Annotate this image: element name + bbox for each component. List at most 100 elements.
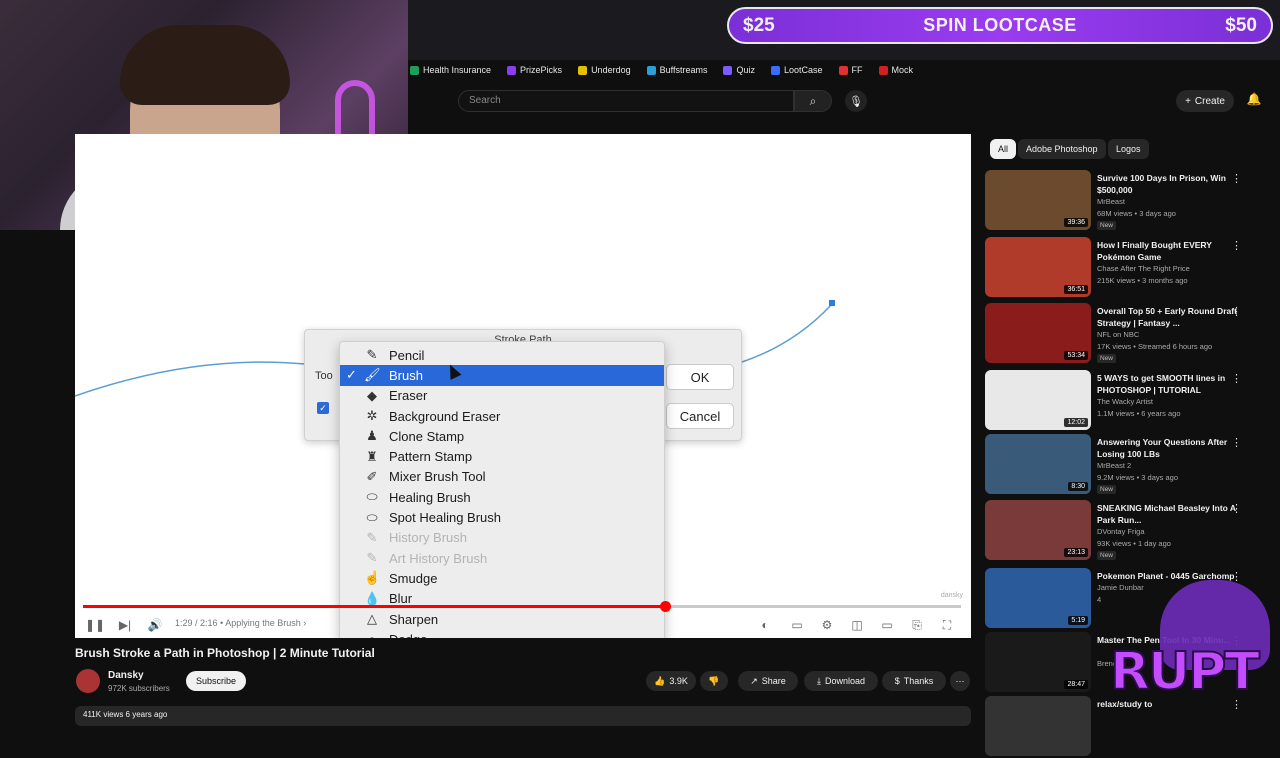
video-thumbnail[interactable]: 23:13 [985,500,1091,560]
channel-name[interactable]: Dansky [108,670,144,681]
filter-chip[interactable]: All [990,139,1017,159]
download-label: Download [824,676,865,686]
chapter-text[interactable]: Applying the Brush [225,618,301,628]
next-icon[interactable]: ▶| [115,615,135,635]
video-thumbnail[interactable]: 28:47 [985,632,1091,692]
captions-icon[interactable]: ▭ [787,615,807,635]
create-button[interactable]: + Create [1176,90,1234,112]
bookmark-item[interactable]: Mock [878,65,913,75]
pause-icon[interactable]: ❚❚ [85,615,105,635]
microphone-icon[interactable]: 🎙 [845,90,867,112]
video-thumbnail[interactable]: 39:36 [985,170,1091,230]
video-thumbnail[interactable]: 8:30 [985,434,1091,494]
recommended-meta: 1.1M views • 6 years ago [1097,409,1181,418]
recommended-title[interactable]: Answering Your Questions After Losing 10… [1097,436,1237,460]
bookmark-item[interactable]: FF [838,65,863,75]
recommended-title[interactable]: How I Finally Bought EVERY Pokémon Game [1097,239,1237,263]
recommended-channel[interactable]: Chase After The Right Price [1097,264,1247,273]
recommended-channel[interactable]: MrBeast 2 [1097,461,1247,470]
tool-option-label: Mixer Brush Tool [389,469,486,485]
recommended-video[interactable]: 23:13 SNEAKING Michael Beasley Into A Par… [985,500,1275,562]
tool-option[interactable]: ⬭ Healing Brush [340,487,664,507]
tool-option[interactable]: ✲ Background Eraser [340,406,664,426]
more-options-icon[interactable]: ⋮ [1231,372,1242,385]
tool-dropdown-menu[interactable]: ✎ Pencil ✓ 🖌 Brush ◆ Eraser ✲ Background Eraser ♟… [339,341,665,638]
fullscreen-icon[interactable]: ⛶ [937,615,957,635]
recommended-title[interactable]: Survive 100 Days In Prison, Win $500,000 [1097,172,1237,196]
tool-option[interactable]: ◆ Eraser [340,386,664,406]
video-thumbnail[interactable] [985,696,1091,756]
like-button[interactable]: 👍 3.9K [646,671,696,691]
new-badge: New [1097,551,1117,560]
spot-healing-brush-icon: ⬭ [366,509,378,525]
bookmark-item[interactable]: Buffstreams [646,65,707,75]
recommended-video[interactable]: 12:02 5 WAYS to get SMOOTH lines in PHOTO… [985,370,1275,432]
share-label: Share [761,676,786,686]
lootcase-banner[interactable]: $25 SPIN LOOTCASE $50 [727,7,1273,44]
more-options-icon[interactable]: ⋮ [1231,239,1242,252]
cancel-button[interactable]: Cancel [666,403,734,429]
video-player[interactable]: Stroke Path Too ✓ OK Cancel ✎ Pencil ✓ 🖌 Bru… [75,134,971,638]
volume-icon[interactable]: 🔊 [145,615,165,635]
video-description[interactable]: 411K views 6 years ago [75,706,971,726]
recommended-video[interactable]: 36:51 How I Finally Bought EVERY Pokémon … [985,237,1275,299]
tool-option[interactable]: ☝ Smudge [340,568,664,588]
download-icon: ⤓ [816,675,821,686]
recommended-channel[interactable]: The Wacky Artist [1097,397,1247,406]
tool-option[interactable]: ⬭ Spot Healing Brush [340,507,664,527]
bookmark-item[interactable]: LootCase [770,65,823,75]
progress-bar[interactable] [83,601,961,612]
bookmark-item[interactable]: Health Insurance [410,65,491,75]
recommended-title[interactable]: 5 WAYS to get SMOOTH lines in PHOTOSHOP … [1097,372,1237,396]
webcam-hair [120,25,290,105]
dislike-button[interactable]: 👎 [700,671,728,691]
subscribe-button[interactable]: Subscribe [186,671,246,691]
more-actions-icon[interactable]: ⋯ [950,671,970,691]
share-button[interactable]: ↗ Share [738,671,798,691]
autoplay-toggle-icon[interactable]: ◐ [755,615,775,635]
video-thumbnail[interactable]: 53:34 [985,303,1091,363]
more-options-icon[interactable]: ⋮ [1231,172,1242,185]
more-options-icon[interactable]: ⋮ [1231,436,1242,449]
tool-option-label: Art History Brush [389,550,488,566]
cast-icon[interactable]: ⎘ [907,615,927,635]
thanks-button[interactable]: $ Thanks [882,671,946,691]
video-duration: 8:30 [1068,482,1088,491]
ok-button[interactable]: OK [666,364,734,390]
tool-option[interactable]: ✐ Mixer Brush Tool [340,467,664,487]
miniplayer-icon[interactable]: ◫ [847,615,867,635]
bell-icon[interactable]: 🔔 [1246,92,1262,110]
bookmark-item[interactable]: Quiz [723,65,755,75]
recommended-channel[interactable]: MrBeast [1097,197,1247,206]
recommended-title[interactable]: Overall Top 50 + Early Round Draft Strat… [1097,305,1237,329]
recommended-title[interactable]: SNEAKING Michael Beasley Into A Park Run… [1097,502,1237,526]
recommended-video[interactable]: 53:34 Overall Top 50 + Early Round Draft … [985,303,1275,365]
bookmarks-bar: Health Insurance PrizePicks Underdog Buffst… [408,60,1280,80]
tool-option-label: Eraser [389,388,428,404]
more-options-icon[interactable]: ⋮ [1231,305,1242,318]
recommended-video[interactable]: 39:36 Survive 100 Days In Prison, Win $50… [985,170,1275,232]
video-thumbnail[interactable]: 12:02 [985,370,1091,430]
recommended-video[interactable]: 8:30 Answering Your Questions After Losin… [985,434,1275,496]
tool-option[interactable]: ♟ Clone Stamp [340,426,664,446]
progress-fill [83,605,666,608]
search-icon[interactable]: ⌕ [794,90,832,112]
recommended-channel[interactable]: DVontay Friga [1097,527,1247,536]
video-thumbnail[interactable]: 36:51 [985,237,1091,297]
recommended-channel[interactable]: NFL on NBC [1097,330,1247,339]
settings-icon[interactable]: ⚙ [817,615,837,635]
theater-mode-icon[interactable]: ▭ [877,615,897,635]
video-thumbnail[interactable]: 5:19 [985,568,1091,628]
filter-chip[interactable]: Adobe Photoshop [1018,139,1106,159]
simulate-pressure-checkbox[interactable]: ✓ [317,402,329,414]
search-input[interactable]: Search [458,90,794,112]
bookmark-item[interactable]: Underdog [578,65,631,75]
bookmark-item[interactable]: PrizePicks [507,65,562,75]
channel-avatar[interactable] [76,669,100,693]
tool-option[interactable]: ✎ Pencil [340,345,664,365]
filter-chip[interactable]: Logos [1108,139,1149,159]
more-options-icon[interactable]: ⋮ [1231,502,1242,515]
download-button[interactable]: ⤓ Download [804,671,878,691]
tool-option[interactable]: ♜ Pattern Stamp [340,446,664,466]
tool-option[interactable]: ✓ 🖌 Brush [340,365,664,386]
